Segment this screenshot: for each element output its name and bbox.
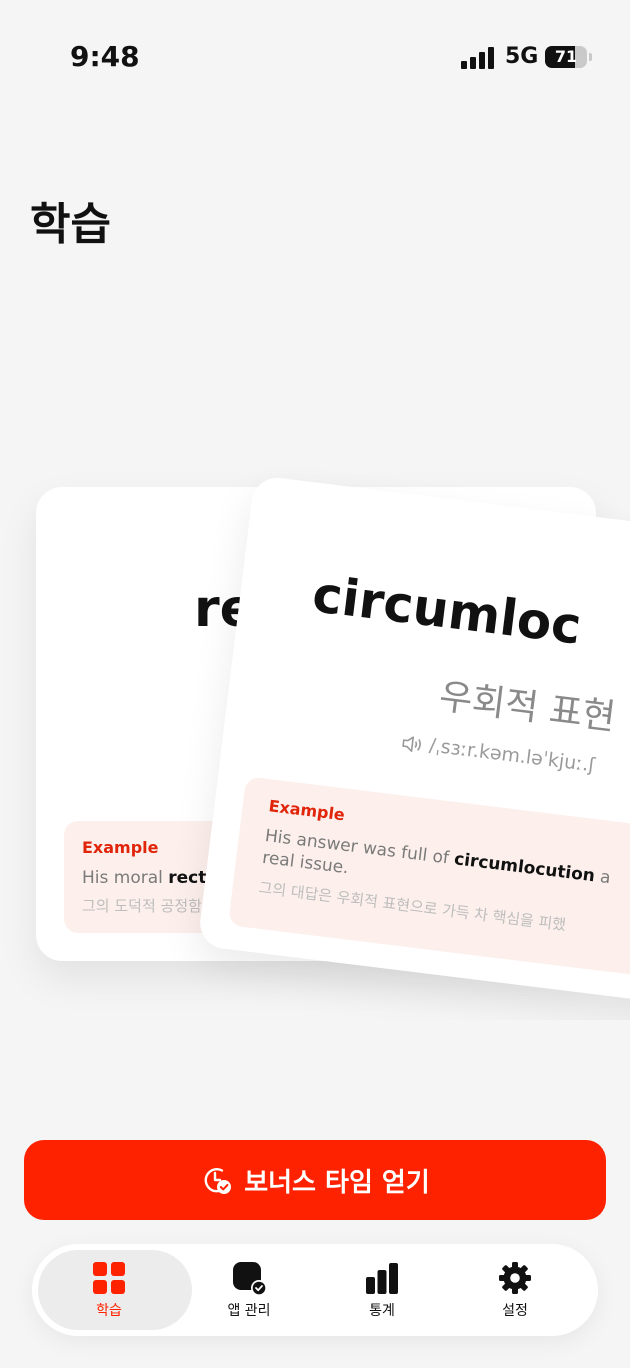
example-sentence-text: His moral <box>82 868 169 888</box>
tab-study[interactable]: 학습 <box>38 1244 192 1336</box>
battery-tip <box>589 53 592 61</box>
flashcard-front[interactable]: circumloc 우회적 표현 /ˌsɜːr.kəm.ləˈkjuː.ʃ Ex… <box>197 475 630 1014</box>
bonus-time-button[interactable]: 보너스 타임 얻기 <box>24 1140 606 1220</box>
app-check-icon <box>233 1261 266 1295</box>
network-type: 5G <box>505 44 539 69</box>
tab-statistics[interactable]: 통계 <box>315 1244 449 1336</box>
example-box: Example His answer was full of circumloc… <box>227 776 630 989</box>
status-bar: 9:48 5G 71 <box>0 0 630 110</box>
gear-icon <box>499 1261 531 1294</box>
battery-icon: 71 <box>545 46 587 68</box>
speaker-icon[interactable] <box>400 733 424 754</box>
pronunciation-text: /ˌsɜːr.kəm.ləˈkjuː.ʃ <box>428 734 597 777</box>
tab-label: 앱 관리 <box>227 1302 271 1319</box>
status-time: 9:48 <box>70 40 140 73</box>
grid-icon <box>93 1261 125 1294</box>
tab-app-management[interactable]: 앱 관리 <box>182 1244 316 1336</box>
flashcard-stack[interactable]: rect Example His moral rectitude 그의 도덕적 … <box>0 460 630 1020</box>
flashcard-meaning: 우회적 표현 <box>436 676 618 739</box>
tab-label: 통계 <box>369 1302 395 1319</box>
cellular-signal-icon <box>461 47 495 69</box>
page-title: 학습 <box>30 199 111 250</box>
example-label: Example <box>82 838 159 857</box>
battery-percent: 71 <box>554 47 578 66</box>
timer-check-icon <box>204 1167 232 1194</box>
bonus-time-button-label: 보너스 타임 얻기 <box>244 1167 430 1198</box>
bar-chart-icon <box>366 1262 398 1294</box>
bottom-tab-bar: 학습 앱 관리 통계 설정 <box>32 1244 598 1336</box>
pronunciation: /ˌsɜːr.kəm.ləˈkjuː.ʃ <box>400 731 597 777</box>
flashcard-word: circumloc <box>309 565 585 656</box>
example-sentence-tail: a <box>593 866 612 889</box>
example-label: Example <box>267 796 346 825</box>
example-highlight-word: circumlocution <box>453 849 597 887</box>
tab-settings[interactable]: 설정 <box>448 1244 582 1336</box>
tab-label: 설정 <box>502 1302 528 1319</box>
tab-label: 학습 <box>96 1302 122 1319</box>
